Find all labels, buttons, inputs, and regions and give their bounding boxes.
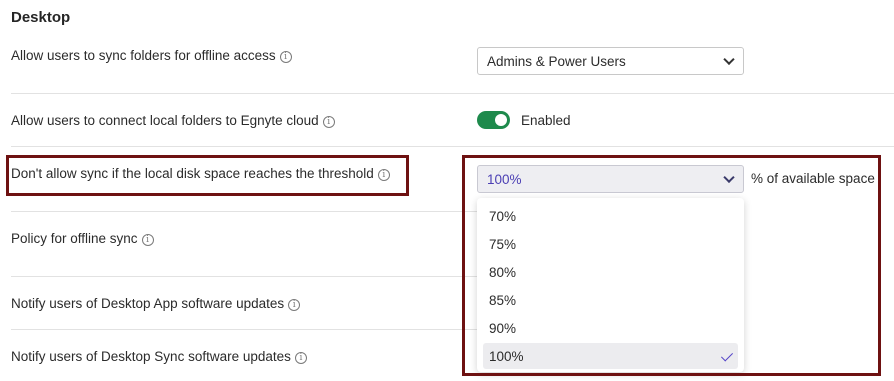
section-title: Desktop xyxy=(11,9,71,26)
dropdown-option-selected[interactable]: 100% xyxy=(483,343,738,369)
divider xyxy=(11,276,477,277)
toggle-knob xyxy=(495,114,507,126)
offline-sync-policy-row-label: Policy for offline sync i xyxy=(11,231,154,246)
dropdown-option[interactable]: 90% xyxy=(483,315,738,341)
sync-folders-select[interactable]: Admins & Power Users xyxy=(477,47,744,75)
divider xyxy=(11,146,894,147)
dropdown-option[interactable]: 85% xyxy=(483,287,738,313)
disk-threshold-select[interactable]: 100% xyxy=(477,165,744,193)
toggle-state-label: Enabled xyxy=(521,113,571,128)
threshold-dropdown-list: 70% 75% 80% 85% 90% 100% xyxy=(477,198,744,372)
disk-threshold-row-label: Don't allow sync if the local disk space… xyxy=(11,166,390,181)
info-icon[interactable]: i xyxy=(294,352,307,364)
desktop-sync-updates-row-label: Notify users of Desktop Sync software up… xyxy=(11,349,307,364)
chevron-down-icon xyxy=(723,171,735,184)
threshold-unit-label: % of available space xyxy=(751,171,875,186)
info-icon[interactable]: i xyxy=(322,116,335,128)
checkmark-icon xyxy=(720,349,734,362)
divider xyxy=(11,93,894,94)
divider xyxy=(11,211,477,212)
dropdown-option[interactable]: 70% xyxy=(483,203,738,229)
connect-local-folders-toggle[interactable] xyxy=(477,111,510,129)
info-icon[interactable]: i xyxy=(279,51,292,63)
dropdown-option[interactable]: 75% xyxy=(483,231,738,257)
chevron-down-icon xyxy=(723,53,735,66)
info-icon[interactable]: i xyxy=(377,169,390,181)
connect-local-folders-row-label: Allow users to connect local folders to … xyxy=(11,113,335,128)
desktop-app-updates-row-label: Notify users of Desktop App software upd… xyxy=(11,296,301,311)
info-icon[interactable]: i xyxy=(288,299,301,311)
sync-folders-row-label: Allow users to sync folders for offline … xyxy=(11,48,292,63)
divider xyxy=(11,329,477,330)
dropdown-option[interactable]: 80% xyxy=(483,259,738,285)
info-icon[interactable]: i xyxy=(141,234,154,246)
